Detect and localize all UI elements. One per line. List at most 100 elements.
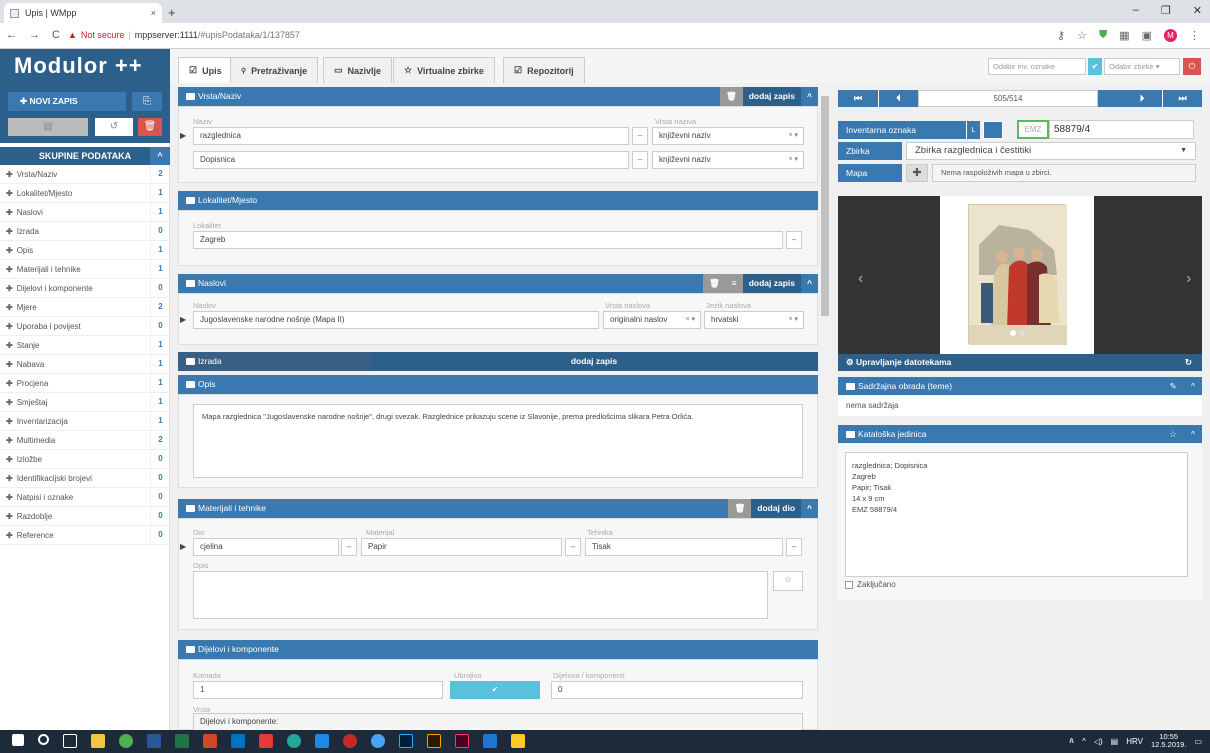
naziv-field[interactable]: Dopisnica [193, 151, 629, 169]
delete-icon[interactable]: 🗑 [138, 118, 162, 136]
collapse-icon[interactable]: ^ [1184, 425, 1202, 443]
forward-icon[interactable]: → [29, 29, 40, 41]
inv-number-field[interactable]: 58879/4 [1049, 120, 1194, 139]
collapse-icon[interactable]: ^ [801, 499, 818, 518]
sidebar-item[interactable]: ✚ Lokalitet/Mjesto 1 [0, 184, 170, 203]
notification-icon[interactable]: ▭ [1194, 737, 1202, 746]
sidebar-item[interactable]: ✚ Vrsta/Naziv 2 [0, 165, 170, 184]
minus-icon[interactable]: – [565, 538, 581, 556]
browser-tab[interactable]: Upis | WMpp × [4, 3, 162, 23]
sidebar-item[interactable]: ✚ Multimedia 2 [0, 431, 170, 450]
trash-icon[interactable]: 🗑 [719, 87, 743, 106]
menu-icon[interactable]: ⋮ [1189, 29, 1200, 42]
vrsta-naziva-select[interactable]: književni naziv × ▾ [652, 151, 804, 169]
add-map-icon[interactable]: ✚ [906, 164, 928, 182]
next-icon[interactable]: ⏵ [1122, 90, 1162, 107]
first-icon[interactable]: ⏮ [838, 90, 878, 107]
minus-icon[interactable]: – [786, 231, 802, 249]
reload-icon[interactable]: C [52, 29, 60, 41]
app-icon[interactable] [259, 734, 273, 748]
tab-repozitorij[interactable]: ☑ Repozitorij [503, 57, 585, 83]
key-icon[interactable]: ⚷ [1057, 29, 1065, 42]
inv-prefix-field[interactable]: EMZ [1017, 120, 1049, 139]
app-icon[interactable] [483, 734, 497, 748]
sidebar-item[interactable]: ✚ Mjere 2 [0, 298, 170, 317]
gallery-prev-icon[interactable]: ‹ [858, 270, 863, 288]
add-part-button[interactable]: dodaj dio [751, 499, 802, 518]
materijal-field[interactable]: Papir [361, 538, 562, 556]
inv-type-button[interactable] [983, 121, 1003, 139]
maximize-icon[interactable]: ❐ [1161, 4, 1171, 17]
trash-icon[interactable]: 🗑 [702, 274, 726, 293]
extension-icon[interactable]: ▦ [1119, 29, 1129, 42]
komada-field[interactable]: 1 [193, 681, 443, 699]
sidebar-item[interactable]: ✚ Opis 1 [0, 241, 170, 260]
outlook-icon[interactable] [231, 734, 245, 748]
add-record-button[interactable]: dodaj zapis [742, 274, 802, 293]
photoshop-icon[interactable] [399, 734, 413, 748]
file-management-bar[interactable]: ⚙ Upravljanje datotekama ↻ [838, 354, 1202, 371]
dio-field[interactable]: cjelina [193, 538, 339, 556]
jezik-naslova-select[interactable]: hrvatski × ▾ [704, 311, 804, 329]
minus-icon[interactable]: – [632, 127, 648, 145]
save-icon[interactable]: ▤ [8, 118, 88, 136]
chrome-icon[interactable] [119, 734, 133, 748]
materijal-opis-textarea[interactable] [193, 571, 768, 619]
star-icon[interactable]: ☆ [1077, 29, 1087, 42]
sidebar-item[interactable]: ✚ Natpisi i oznake 0 [0, 488, 170, 507]
opis-textarea[interactable]: Mapa razglednica "Jugoslavenske narodne … [193, 404, 803, 478]
url-field[interactable]: ▲ Not secure | mppserver:1111/#upisPodat… [68, 27, 300, 44]
add-record-button[interactable]: dodaj zapis [742, 87, 802, 106]
sidebar-item[interactable]: ✚ Naslovi 1 [0, 203, 170, 222]
collapse-icon[interactable]: ^ [801, 87, 818, 106]
checkbox-icon[interactable] [845, 580, 853, 589]
excel-icon[interactable] [175, 734, 189, 748]
volume-icon[interactable]: ◁) [1094, 737, 1103, 746]
app-icon[interactable] [511, 734, 525, 748]
minus-icon[interactable]: – [786, 538, 802, 556]
check-icon[interactable]: ✔ [1088, 58, 1102, 75]
zakljucano-checkbox[interactable]: Zaključano [845, 580, 896, 589]
scrollbar-thumb[interactable] [821, 96, 829, 316]
zbirke-select[interactable]: Odabir zbirke ▾ [1104, 58, 1180, 75]
zbirka-select[interactable]: Zbirka razglednica i čestitiki ▼ [906, 142, 1196, 160]
copy-icon[interactable]: ⎘ [132, 92, 162, 111]
lokalitet-field[interactable]: Zagreb [193, 231, 783, 249]
app-icon[interactable] [371, 734, 385, 748]
undo-icon[interactable]: ↺ [95, 118, 133, 136]
word-icon[interactable] [147, 734, 161, 748]
people-icon[interactable]: ጰ [1069, 736, 1074, 746]
postcard-image[interactable] [968, 204, 1067, 345]
new-tab-button[interactable]: + [168, 5, 176, 20]
tab-nazivlje[interactable]: ▭ Nazivlje [323, 57, 393, 83]
star-icon[interactable]: ☆ [773, 571, 803, 591]
sidebar-item[interactable]: ✚ Razdoblje 0 [0, 507, 170, 526]
gallery-next-icon[interactable]: › [1186, 270, 1191, 288]
star-icon[interactable]: ☆ [1164, 425, 1182, 443]
sidebar-item[interactable]: ✚ Smještaj 1 [0, 393, 170, 412]
lang-label[interactable]: HRV [1126, 737, 1143, 746]
sidebar-item[interactable]: ✚ Materijali i tehnike 1 [0, 260, 170, 279]
network-icon[interactable]: ▤ [1111, 737, 1119, 746]
tab-upis[interactable]: ☑ Upis [178, 57, 233, 83]
edit-icon[interactable]: ✎ [1164, 377, 1182, 395]
new-record-button[interactable]: ✚ NOVI ZAPIS [8, 92, 126, 111]
collapse-icon[interactable]: ^ [801, 274, 818, 293]
close-window-icon[interactable]: ✕ [1193, 4, 1202, 17]
gallery-dot[interactable] [1019, 330, 1025, 336]
tab-virtualne-zbirke[interactable]: ☆ Virtualne zbirke [393, 57, 495, 83]
avatar[interactable]: M [1164, 29, 1177, 42]
add-record-button[interactable]: dodaj zapis [370, 352, 818, 371]
sidebar-item[interactable]: ✚ Procjena 1 [0, 374, 170, 393]
minimize-icon[interactable]: – [1133, 4, 1139, 17]
groups-header[interactable]: SKUPINE PODATAKA ^ [0, 147, 170, 165]
windows-start-icon[interactable] [12, 734, 24, 746]
back-icon[interactable]: ← [6, 29, 17, 41]
sidebar-item[interactable]: ✚ Uporaba i povijest 0 [0, 317, 170, 336]
ubrojivo-checkbox[interactable]: ✔ [450, 681, 540, 699]
tray-arrow-icon[interactable]: ^ [1082, 737, 1086, 746]
sidebar-item[interactable]: ✚ Stanje 1 [0, 336, 170, 355]
file-explorer-icon[interactable] [91, 734, 105, 748]
shield-icon[interactable]: ⛊ [1099, 29, 1107, 42]
dijelova-field[interactable]: 0 [551, 681, 803, 699]
